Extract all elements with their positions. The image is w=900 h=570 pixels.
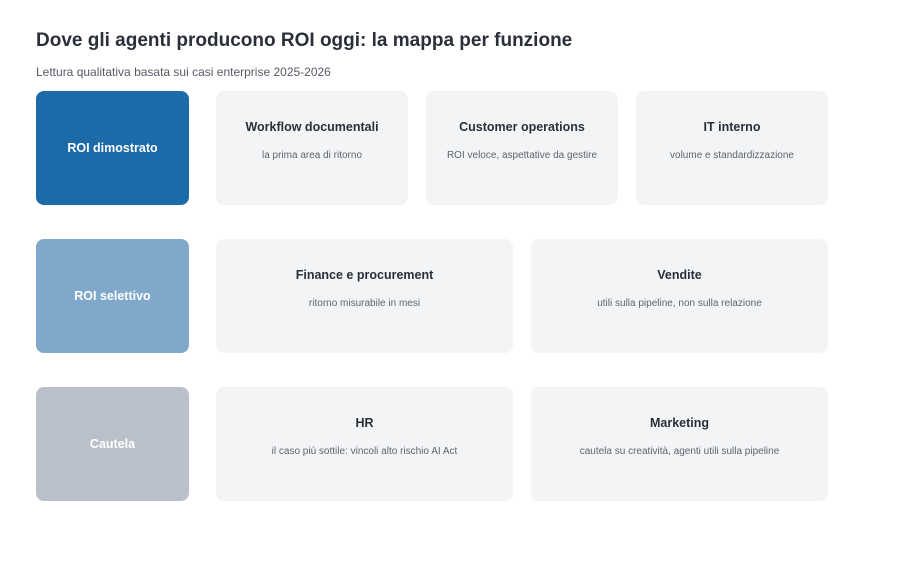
card-description: ROI veloce, aspettative da gestire xyxy=(446,150,598,161)
card-marketing: Marketing cautela su creatività, agenti … xyxy=(531,387,828,501)
card-description: volume e standardizzazione xyxy=(670,150,794,161)
card-customer-operations: Customer operations ROI veloce, aspettat… xyxy=(426,91,618,205)
card-title: HR xyxy=(355,416,374,430)
row-label-roi-dimostrato: ROI dimostrato xyxy=(36,91,189,205)
card-title: Marketing xyxy=(649,416,710,430)
card-description: il caso più sottile: vincoli alto rischi… xyxy=(271,446,458,457)
row-cautela: Cautela HR il caso più sottile: vincoli … xyxy=(0,387,900,501)
card-hr: HR il caso più sottile: vincoli alto ris… xyxy=(216,387,513,501)
card-it-interno: IT interno volume e standardizzazione xyxy=(636,91,828,205)
card-description: utili sulla pipeline, non sulla relazion… xyxy=(597,298,762,309)
card-title: Customer operations xyxy=(459,120,585,134)
row-label-roi-selettivo: ROI selettivo xyxy=(36,239,189,353)
card-workflow-documentali: Workflow documentali la prima area di ri… xyxy=(216,91,408,205)
page-title: Dove gli agenti producono ROI oggi: la m… xyxy=(36,30,573,51)
card-title: Workflow documentali xyxy=(245,120,379,134)
row-label-cautela: Cautela xyxy=(36,387,189,501)
card-title: Finance e procurement xyxy=(295,268,434,282)
card-description: ritorno misurabile in mesi xyxy=(308,298,421,309)
card-description: cautela su creatività, agenti utili sull… xyxy=(579,446,780,457)
row-roi-selettivo: ROI selettivo Finance e procurement rito… xyxy=(0,239,900,353)
card-description: la prima area di ritorno xyxy=(261,150,363,161)
card-finance-procurement: Finance e procurement ritorno misurabile… xyxy=(216,239,513,353)
row-roi-dimostrato: ROI dimostrato Workflow documentali la p… xyxy=(0,91,900,205)
page-subtitle: Lettura qualitativa basata sui casi ente… xyxy=(36,65,331,79)
card-title: Vendite xyxy=(657,268,702,282)
card-vendite: Vendite utili sulla pipeline, non sulla … xyxy=(531,239,828,353)
card-title: IT interno xyxy=(703,120,761,134)
